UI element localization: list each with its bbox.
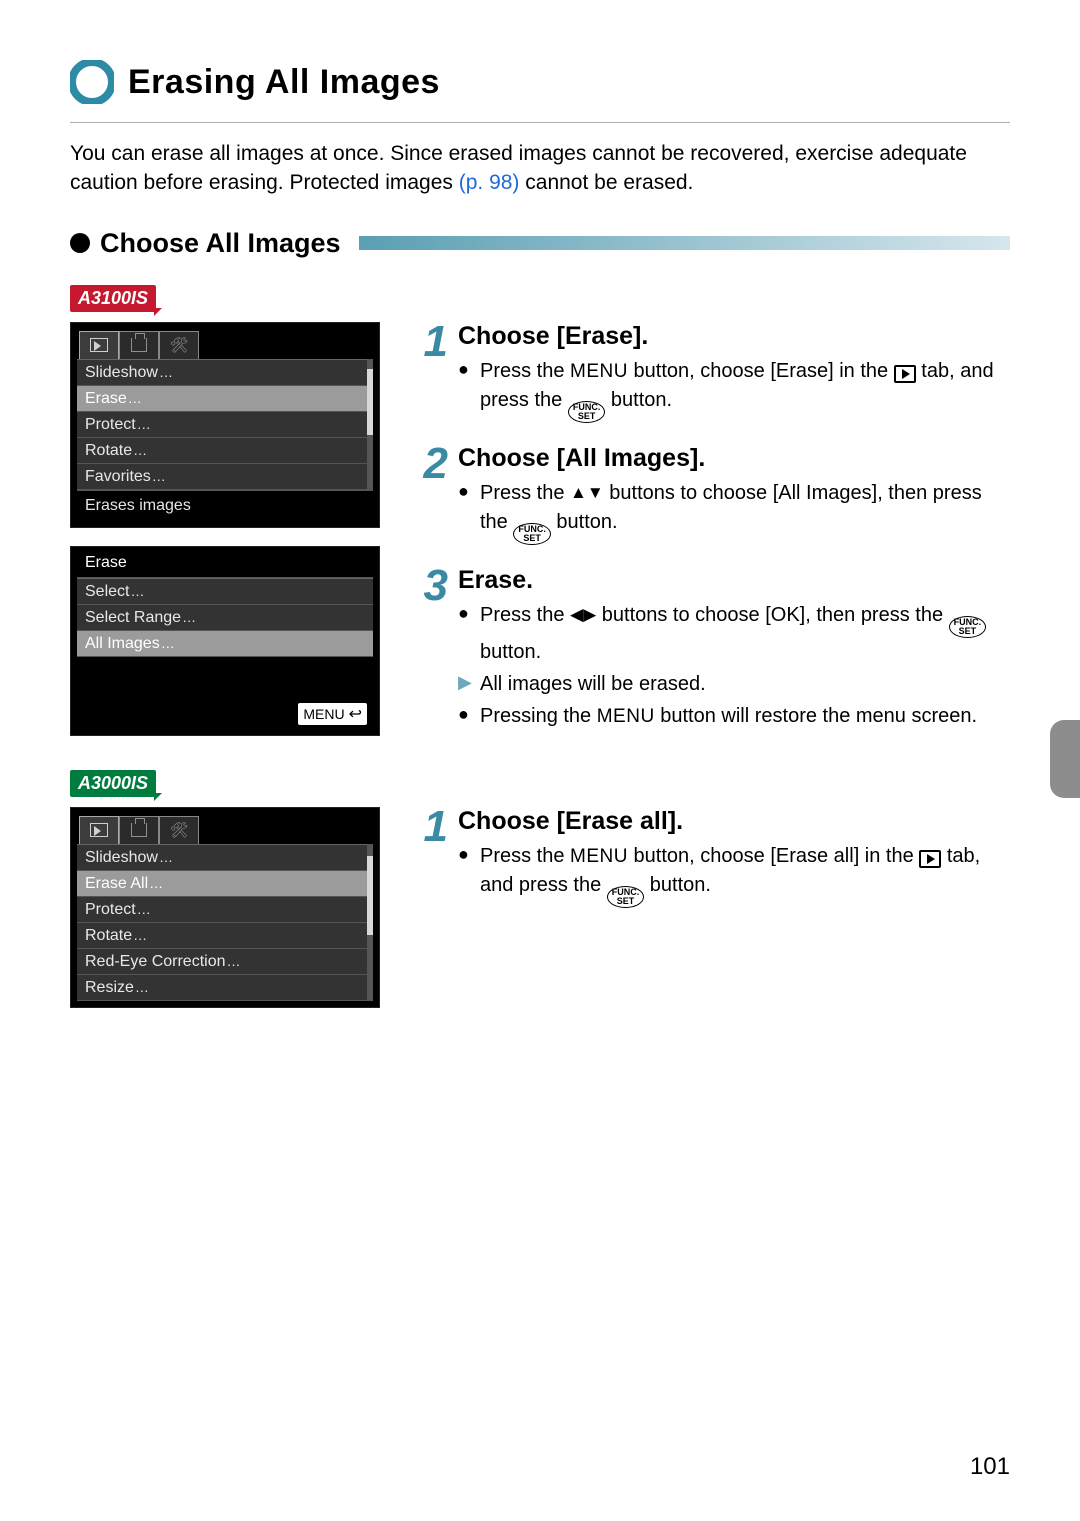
step-bullet: ●Press the ▲▼ buttons to choose [All Ima…	[458, 479, 1010, 545]
section-heading: Choose All Images	[100, 228, 341, 259]
menu-scrollbar	[367, 844, 373, 1001]
title-divider	[70, 122, 1010, 123]
camera-screen-menu: 🛠 SlideshowEraseProtectRotateFavorites E…	[70, 322, 380, 528]
menu-scrollbar	[367, 359, 373, 490]
menu-back-button: MENU↩	[298, 703, 367, 725]
menu-item: Rotate	[77, 438, 373, 464]
step: 3 Erase. ●Press the ◀▶ buttons to choose […	[414, 566, 1010, 734]
camera-screen-erase: Erase SelectSelect RangeAll Images MENU↩	[70, 546, 380, 736]
step-bullet: ●Press the MENU button, choose [Erase al…	[458, 842, 1010, 908]
step-number: 1	[414, 322, 448, 362]
step-title: Erase.	[458, 566, 1010, 595]
menu-button-icon: MENU	[597, 706, 655, 727]
menu-item: Select	[77, 579, 373, 605]
left-right-icon: ◀▶	[570, 605, 596, 624]
menu-item: Rotate	[77, 923, 373, 949]
result-arrow-icon: ▶	[458, 670, 472, 699]
menu-item: Protect	[77, 897, 373, 923]
step-number: 1	[414, 807, 448, 847]
submenu-title: Erase	[77, 549, 373, 578]
menu-item: Slideshow	[77, 360, 373, 386]
step: 1 Choose [Erase]. ●Press the MENU button, …	[414, 322, 1010, 426]
playback-icon	[894, 365, 916, 383]
menu-item: Red-Eye Correction	[77, 949, 373, 975]
menu-description: Erases images	[77, 490, 373, 521]
func-set-icon: FUNC.SET	[513, 523, 551, 545]
step-title: Choose [Erase].	[458, 322, 1010, 351]
menu-button-icon: MENU	[570, 846, 628, 867]
step-bullet: ●Pressing the MENU button will restore t…	[458, 702, 1010, 731]
menu-button-icon: MENU	[570, 361, 628, 382]
section-bullet-icon	[70, 233, 90, 253]
menu-item: Slideshow	[77, 845, 373, 871]
bullet-icon: ●	[458, 601, 472, 667]
print-tab	[119, 816, 159, 844]
func-set-icon: FUNC.SET	[568, 401, 606, 423]
playback-tab	[79, 331, 119, 359]
step-title: Choose [Erase all].	[458, 807, 1010, 836]
bullet-icon: ●	[458, 702, 472, 731]
menu-item: Protect	[77, 412, 373, 438]
playback-tab	[79, 816, 119, 844]
func-set-icon: FUNC.SET	[607, 886, 645, 908]
menu-item: Erase All	[77, 871, 373, 897]
up-down-icon: ▲▼	[570, 483, 604, 502]
model-badge-a3100: A3100IS	[70, 285, 156, 312]
intro-text: You can erase all images at once. Since …	[70, 139, 1010, 198]
page-ref-link[interactable]: (p. 98)	[459, 171, 520, 194]
bullet-icon: ●	[458, 479, 472, 545]
step-bullet: ●Press the ◀▶ buttons to choose [OK], th…	[458, 601, 1010, 667]
bullet-icon: ●	[458, 357, 472, 423]
menu-item: Resize	[77, 975, 373, 1001]
tools-tab: 🛠	[159, 816, 199, 844]
tools-tab: 🛠	[159, 331, 199, 359]
model-badge-a3000: A3000IS	[70, 770, 156, 797]
menu-item: Select Range	[77, 605, 373, 631]
step-number: 2	[414, 444, 448, 484]
step: 2 Choose [All Images]. ●Press the ▲▼ butto…	[414, 444, 1010, 548]
menu-item: Erase	[77, 386, 373, 412]
func-set-icon: FUNC.SET	[949, 616, 987, 638]
print-tab	[119, 331, 159, 359]
playback-icon	[919, 850, 941, 868]
page-title: Erasing All Images	[128, 63, 440, 102]
step-bullet: ●Press the MENU button, choose [Erase] i…	[458, 357, 1010, 423]
menu-item: All Images	[77, 631, 373, 657]
section-gradient-bar	[359, 236, 1010, 250]
menu-item: Favorites	[77, 464, 373, 490]
step: 1 Choose [Erase all]. ●Press the MENU butt…	[414, 807, 1010, 911]
page-number: 101	[970, 1453, 1010, 1481]
bullet-icon: ●	[458, 842, 472, 908]
thumb-tab	[1050, 720, 1080, 798]
camera-screen-menu-a3000: 🛠 SlideshowErase AllProtectRotateRed-Eye…	[70, 807, 380, 1008]
step-bullet: ▶All images will be erased.	[458, 670, 1010, 699]
step-title: Choose [All Images].	[458, 444, 1010, 473]
ring-icon	[70, 60, 114, 104]
step-number: 3	[414, 566, 448, 606]
